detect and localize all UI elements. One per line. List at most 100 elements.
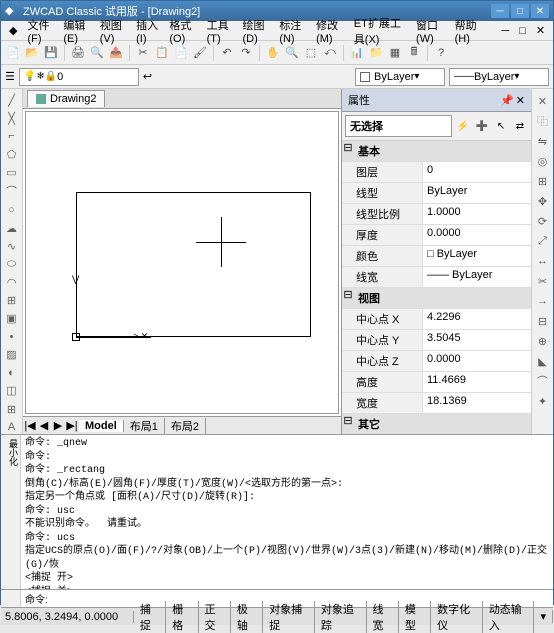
status-snap[interactable]: 捕捉 — [134, 601, 166, 633]
revcloud-icon[interactable]: ☁ — [4, 221, 20, 235]
menu-file[interactable]: 文件(F) — [23, 15, 57, 47]
polygon-icon[interactable]: ⬠ — [4, 147, 20, 161]
status-tablet[interactable]: 数字化仪 — [431, 601, 483, 633]
status-osnap[interactable]: 对象捕捉 — [263, 601, 315, 633]
fillet-icon[interactable]: ⌒ — [535, 373, 551, 389]
prop-value[interactable]: ByLayer — [422, 183, 531, 203]
zoom-win-icon[interactable]: ⬚ — [303, 45, 319, 61]
xline-icon[interactable]: ╳ — [4, 111, 20, 125]
erase-icon[interactable]: ✕ — [535, 93, 551, 109]
open-icon[interactable]: 📂 — [24, 45, 40, 61]
menu-help[interactable]: 帮助(H) — [451, 15, 486, 47]
array-icon[interactable]: ⊞ — [535, 173, 551, 189]
quickselect-icon[interactable]: ⚡ — [455, 118, 471, 134]
publish-icon[interactable]: 📤 — [108, 45, 124, 61]
prop-value[interactable]: 3.5045 — [422, 330, 531, 350]
sheet-nav-first[interactable]: |◀ — [23, 419, 37, 432]
designcenter-icon[interactable]: 📁 — [368, 45, 384, 61]
redo-icon[interactable]: ↷ — [238, 45, 254, 61]
trim-icon[interactable]: ✂ — [535, 273, 551, 289]
sheet-nav-last[interactable]: ▶| — [65, 419, 79, 432]
prop-value[interactable]: 0.0000 — [422, 225, 531, 245]
save-icon[interactable]: 💾 — [43, 45, 59, 61]
menu-draw[interactable]: 绘图(D) — [239, 15, 274, 47]
prop-value[interactable]: 11.4669 — [422, 372, 531, 392]
scale-icon[interactable]: ⤢ — [535, 233, 551, 249]
calc-icon[interactable]: 🖩 — [406, 45, 422, 61]
ellipsearc-icon[interactable]: ◠ — [4, 276, 20, 290]
layer-prev-icon[interactable]: ↩ — [143, 70, 152, 83]
line-icon[interactable]: ╱ — [4, 93, 20, 107]
new-icon[interactable]: 📄 — [5, 45, 21, 61]
color-combo[interactable]: ByLayer ▾ — [355, 68, 445, 86]
prop-value[interactable]: 4.2296 — [422, 309, 531, 329]
status-grid[interactable]: 栅格 — [166, 601, 198, 633]
hatch-icon[interactable]: ▨ — [4, 348, 20, 362]
menu-dim[interactable]: 标注(N) — [275, 15, 310, 47]
prop-value[interactable]: □ ByLayer — [422, 246, 531, 266]
toggle-icon[interactable]: ⇄ — [512, 118, 528, 134]
explode-icon[interactable]: ✦ — [535, 393, 551, 409]
status-otrack[interactable]: 对象追踪 — [315, 601, 367, 633]
offset-icon[interactable]: ◎ — [535, 153, 551, 169]
cut-icon[interactable]: ✂ — [135, 45, 151, 61]
sheet-model[interactable]: Model — [79, 420, 124, 432]
status-lwt[interactable]: 线宽 — [367, 601, 399, 633]
menu-view[interactable]: 视图(V) — [96, 15, 130, 47]
selection-combo[interactable]: 无选择 — [345, 115, 452, 137]
sheet-layout1[interactable]: 布局1 — [124, 418, 165, 434]
mdi-restore-button[interactable]: □ — [515, 23, 530, 39]
status-ortho[interactable]: 正交 — [199, 601, 231, 633]
props-close-icon[interactable]: ✕ — [516, 94, 525, 107]
extend-icon[interactable]: → — [535, 293, 551, 309]
preview-icon[interactable]: 🔍 — [89, 45, 105, 61]
stretch-icon[interactable]: ↔ — [535, 253, 551, 269]
sheet-nav-prev[interactable]: ◀ — [37, 419, 51, 432]
mdi-minimize-button[interactable]: ─ — [497, 23, 513, 39]
zoom-prev-icon[interactable]: ⤺ — [322, 45, 338, 61]
minimize-button[interactable]: ─ — [491, 4, 509, 18]
prop-value[interactable]: 0 — [422, 162, 531, 182]
arc-icon[interactable]: ⌒ — [4, 183, 20, 199]
close-button[interactable]: ✕ — [531, 4, 549, 18]
layer-manager-icon[interactable]: ☰ — [5, 70, 15, 83]
group-expand[interactable]: ⊟ — [342, 141, 354, 161]
linetype-combo[interactable]: —— ByLayer ▾ — [449, 68, 549, 86]
prop-value[interactable]: 0.0000 — [422, 351, 531, 371]
copy-obj-icon[interactable]: ⿻ — [535, 113, 551, 129]
rectangle-icon[interactable]: ▭ — [4, 165, 20, 179]
chamfer-icon[interactable]: ◣ — [535, 353, 551, 369]
props-icon[interactable]: 📊 — [349, 45, 365, 61]
point-icon[interactable]: • — [4, 330, 20, 344]
prop-value[interactable]: —— ByLayer — [422, 267, 531, 287]
status-extra-icon[interactable]: ▾ — [534, 610, 553, 623]
props-pin-icon[interactable]: 📌 — [500, 94, 514, 107]
pickadd-icon[interactable]: ➕ — [474, 118, 490, 134]
block-icon[interactable]: ▣ — [4, 312, 20, 326]
maximize-button[interactable]: □ — [511, 4, 529, 18]
sheet-layout2[interactable]: 布局2 — [165, 418, 206, 434]
sheet-nav-next[interactable]: ▶ — [51, 419, 65, 432]
join-icon[interactable]: ⊕ — [535, 333, 551, 349]
menu-format[interactable]: 格式(O) — [165, 15, 200, 47]
menu-et[interactable]: ET扩展工具(X) — [350, 13, 410, 49]
spline-icon[interactable]: ∿ — [4, 239, 20, 253]
selectobj-icon[interactable]: ↖ — [493, 118, 509, 134]
move-icon[interactable]: ✥ — [535, 193, 551, 209]
menu-insert[interactable]: 插入(I) — [132, 15, 163, 47]
status-dyn[interactable]: 动态输入 — [483, 601, 535, 633]
match-icon[interactable]: 🖌 — [192, 45, 208, 61]
menu-tools[interactable]: 工具(T) — [203, 15, 237, 47]
table-icon[interactable]: ⊞ — [4, 402, 20, 416]
prop-value[interactable]: 18.1369 — [422, 393, 531, 413]
pan-icon[interactable]: ✋ — [265, 45, 281, 61]
drawing-canvas[interactable]: ⋁ > ✕ — [25, 111, 339, 414]
mtext-icon[interactable]: A — [4, 420, 20, 434]
app-menu-icon[interactable]: ◆ — [5, 22, 21, 39]
mdi-close-button[interactable]: ✕ — [532, 22, 549, 39]
copy-icon[interactable]: 📋 — [154, 45, 170, 61]
group-expand[interactable]: ⊟ — [342, 288, 354, 308]
layer-combo[interactable]: 💡❄🔒 0 — [19, 68, 139, 86]
doc-tab[interactable]: Drawing2 — [27, 90, 105, 107]
pline-icon[interactable]: ⌐ — [4, 129, 20, 143]
